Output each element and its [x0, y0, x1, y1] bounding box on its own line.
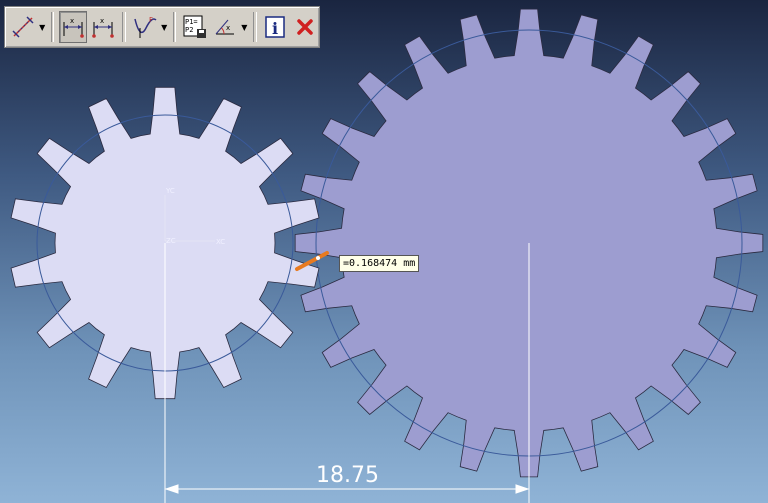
measure-distance-button[interactable]: [9, 11, 37, 43]
dimension-point-icon: x: [92, 17, 115, 38]
center-distance-label: 18.75: [316, 463, 379, 488]
close-button[interactable]: [291, 11, 319, 43]
measure-distance-icon: [12, 16, 34, 38]
gear-scene: YC XC ZC: [10, 8, 764, 503]
angle-measure-button[interactable]: x: [211, 11, 239, 43]
svg-text:x: x: [100, 17, 104, 25]
axis-label-yc: YC: [165, 187, 175, 195]
svg-text:x: x: [226, 24, 230, 32]
p2-label: P2: [185, 26, 193, 34]
angle-measure-dropdown[interactable]: ▼: [241, 11, 248, 43]
measurement-readout: =0.168474 mm: [339, 255, 420, 272]
svg-text:F: F: [149, 16, 153, 24]
p1-label: P1=: [185, 18, 198, 26]
curve-analysis-icon: F: [134, 16, 157, 38]
dimension-horizontal-icon: x: [63, 17, 85, 38]
measure-toolbar: ▼ x x F ▼ P1= P2 x ▼ i: [4, 6, 320, 48]
svg-text:x: x: [70, 17, 74, 25]
close-icon: [297, 19, 313, 35]
toolbar-separator: [172, 12, 177, 42]
dimension-horizontal-button[interactable]: x: [59, 11, 88, 43]
info-icon: i: [265, 16, 286, 38]
toolbar-separator: [122, 12, 126, 42]
toolbar-separator: [50, 12, 55, 42]
axis-label-xc: XC: [216, 238, 225, 246]
measure-distance-dropdown[interactable]: ▼: [39, 11, 46, 43]
info-button[interactable]: i: [262, 11, 290, 43]
curve-analysis-button[interactable]: F: [131, 11, 159, 43]
axis-label-zc: ZC: [166, 237, 176, 245]
info-glyph: i: [272, 19, 278, 38]
angle-measure-icon: x: [215, 19, 234, 35]
curve-analysis-dropdown[interactable]: ▼: [161, 11, 168, 43]
p1-p2-save-icon: P1= P2: [183, 15, 207, 38]
dimension-point-button[interactable]: x: [89, 11, 117, 43]
p1-p2-save-button[interactable]: P1= P2: [181, 11, 209, 43]
cad-viewport[interactable]: YC XC ZC ▼ x x F ▼ P1= P2 x ▼ i =0.16847…: [0, 0, 768, 503]
toolbar-separator: [252, 12, 257, 42]
